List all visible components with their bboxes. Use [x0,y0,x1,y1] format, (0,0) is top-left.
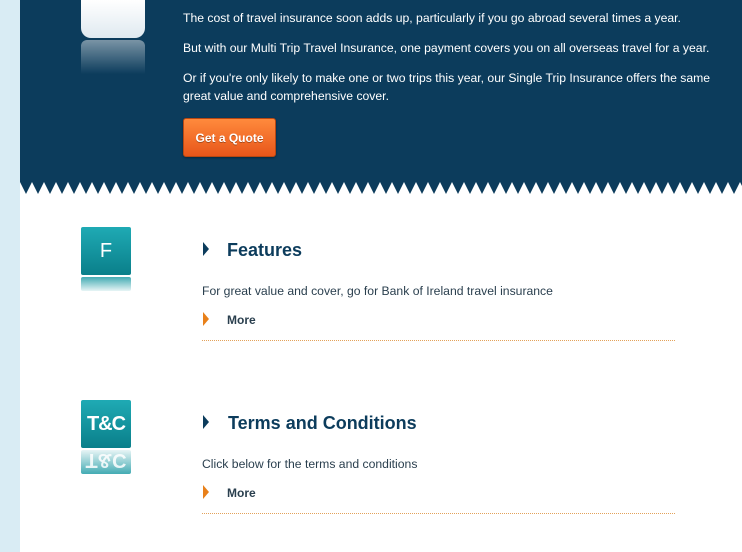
terms-more-link[interactable]: More [227,485,256,501]
get-a-quote-button[interactable]: Get a Quote [183,118,276,157]
features-divider [202,340,675,341]
features-icon: F [81,227,131,291]
features-more-link[interactable]: More [227,312,256,328]
hero-paragraph-2: But with our Multi Trip Travel Insurance… [183,41,710,55]
terms-icon-reflection: T&C [81,450,131,474]
terms-title: Terms and Conditions [228,413,417,433]
travel-icon-top [81,0,145,38]
features-icon-reflection [81,277,131,291]
terms-title-arrow-icon [203,415,209,429]
terms-description: Click below for the terms and conditions [202,457,418,471]
terms-more-arrow-icon[interactable] [203,485,209,499]
features-icon-tile: F [81,227,131,275]
features-description: For great value and cover, go for Bank o… [202,284,553,298]
travel-icon-reflection [81,40,145,74]
features-title: Features [227,240,303,260]
hero-banner: The cost of travel insurance soon adds u… [20,0,742,182]
hero-paragraph-1: The cost of travel insurance soon adds u… [183,11,681,25]
terms-icon: T&C T&C [81,400,131,474]
hero-text: The cost of travel insurance soon adds u… [183,9,723,105]
features-title-arrow-icon [203,242,209,256]
terms-divider [202,513,675,514]
page-content: The cost of travel insurance soon adds u… [20,0,742,552]
features-more-arrow-icon[interactable] [203,312,209,326]
hero-paragraph-3: Or if you're only likely to make one or … [183,71,711,103]
travel-icon [81,0,145,74]
zigzag-divider [20,182,742,194]
terms-icon-tile: T&C [81,400,131,448]
